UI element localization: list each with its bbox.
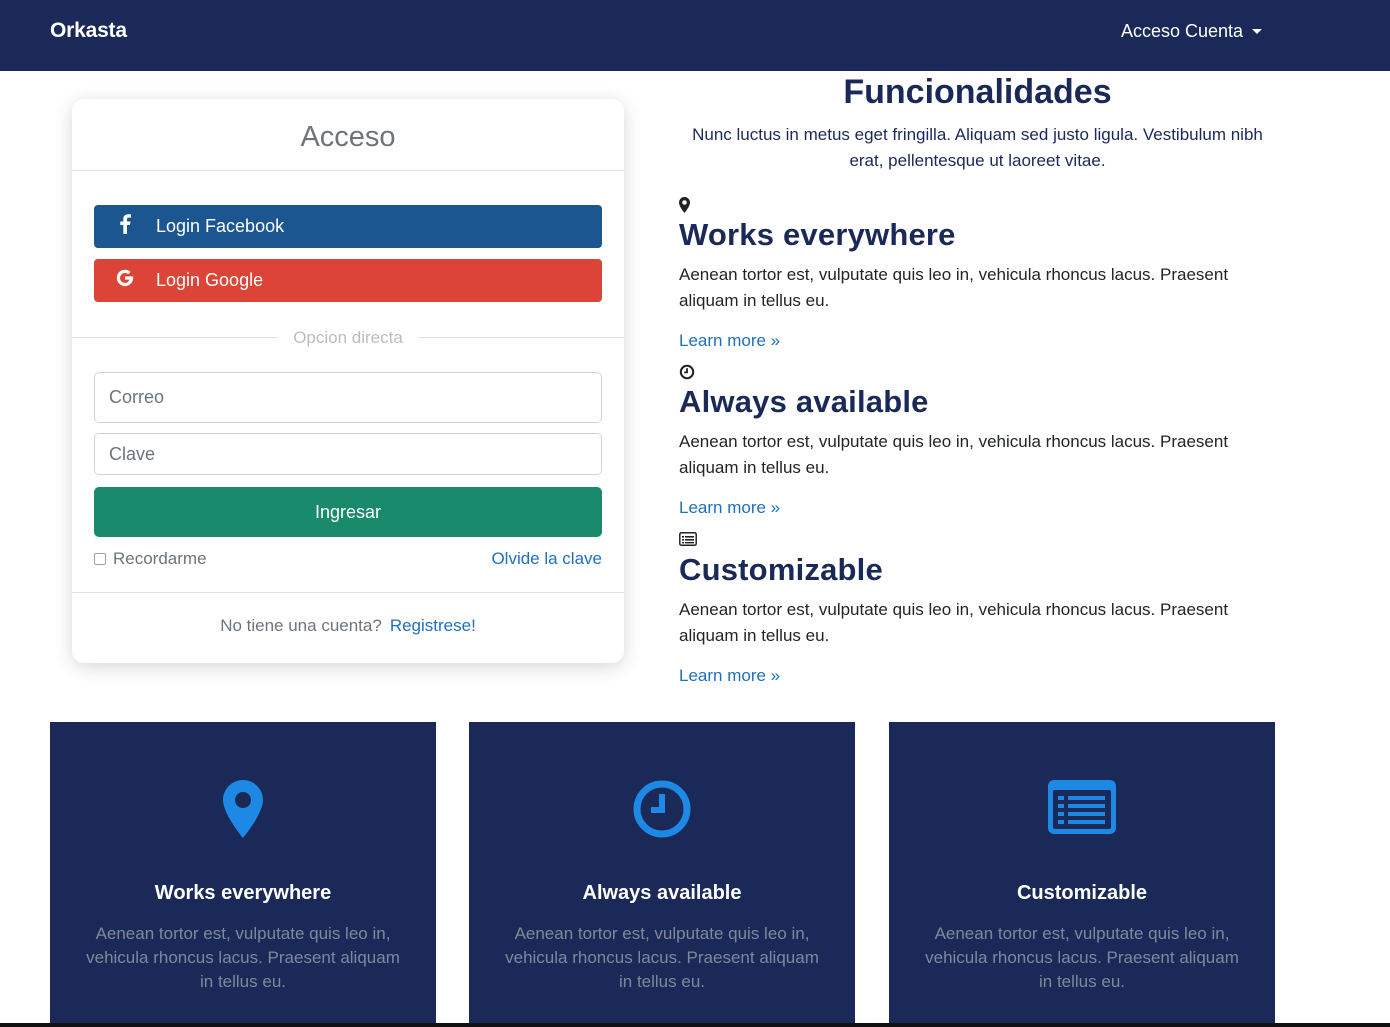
- learn-more-link[interactable]: Learn more »: [679, 498, 1269, 518]
- facebook-login-label: Login Facebook: [156, 216, 285, 236]
- remember-checkbox[interactable]: [94, 553, 106, 565]
- map-marker-icon: [679, 197, 1269, 215]
- feature-item: Works everywhere Aenean tortor est, vulp…: [679, 197, 1269, 351]
- clock-icon: [679, 364, 1269, 382]
- account-dropdown[interactable]: Acceso Cuenta: [1121, 21, 1263, 42]
- remember-label: Recordarme: [113, 549, 207, 568]
- facebook-login-button[interactable]: Login Facebook: [94, 205, 602, 248]
- divider-label: Opcion directa: [278, 328, 418, 348]
- list-icon: [889, 780, 1275, 834]
- learn-more-link[interactable]: Learn more »: [679, 331, 1269, 351]
- email-placeholder: Correo: [109, 387, 165, 407]
- learn-more-link[interactable]: Learn more »: [679, 666, 1269, 686]
- divider: [72, 170, 624, 171]
- password-placeholder: Clave: [109, 443, 156, 464]
- feature-text: Aenean tortor est, vulputate quis leo in…: [679, 265, 1229, 310]
- login-title: Acceso: [300, 121, 396, 153]
- clock-icon: [469, 780, 855, 838]
- feature-tile: Works everywhere Aenean tortor est, vulp…: [50, 722, 436, 1027]
- feature-item: Customizable Aenean tortor est, vulputat…: [679, 532, 1269, 686]
- feature-tile: Always available Aenean tortor est, vulp…: [469, 722, 855, 1027]
- feature-item: Always available Aenean tortor est, vulp…: [679, 364, 1269, 518]
- signup-text: No tiene una cuenta?: [220, 616, 382, 635]
- signup-row: No tiene una cuenta? Registrese!: [72, 616, 624, 636]
- feature-title: Works everywhere: [679, 217, 956, 252]
- google-login-button[interactable]: Login Google: [94, 259, 602, 302]
- tile-title: Customizable: [1016, 882, 1148, 904]
- brand-logo[interactable]: Orkasta: [50, 19, 127, 43]
- tile-text: Aenean tortor est, vulputate quis leo in…: [505, 924, 819, 991]
- tile-text: Aenean tortor est, vulputate quis leo in…: [925, 924, 1239, 991]
- account-dropdown-label: Acceso Cuenta: [1121, 21, 1244, 41]
- submit-button[interactable]: Ingresar: [94, 487, 602, 537]
- facebook-icon: [94, 213, 156, 240]
- feature-text: Aenean tortor est, vulputate quis leo in…: [679, 432, 1229, 477]
- top-navbar: Orkasta Acceso Cuenta: [0, 0, 1390, 71]
- tile-text: Aenean tortor est, vulputate quis leo in…: [86, 924, 400, 991]
- features-title: Funcionalidades: [843, 73, 1112, 111]
- remember-checkbox-row[interactable]: Recordarme: [94, 549, 207, 569]
- email-field[interactable]: Correo: [94, 372, 602, 423]
- features-subtitle: Nunc luctus in metus eget fringilla. Ali…: [692, 125, 1263, 170]
- tile-title: Always available: [582, 882, 742, 904]
- list-icon: [679, 532, 1269, 550]
- map-marker-icon: [50, 780, 436, 838]
- forgot-password-link[interactable]: Olvide la clave: [491, 549, 602, 569]
- password-field[interactable]: Clave: [94, 433, 602, 475]
- tile-title: Works everywhere: [154, 882, 332, 904]
- feature-text: Aenean tortor est, vulputate quis leo in…: [679, 600, 1229, 645]
- google-login-label: Login Google: [156, 270, 264, 290]
- login-card: Acceso Login Facebook Login Google Opcio…: [72, 99, 624, 663]
- window-bottom-edge: [0, 1023, 1390, 1027]
- feature-tile: Customizable Aenean tortor est, vulputat…: [889, 722, 1275, 1027]
- feature-title: Always available: [679, 384, 929, 419]
- feature-title: Customizable: [679, 552, 883, 587]
- divider: [72, 592, 624, 593]
- signup-link[interactable]: Registrese!: [390, 616, 476, 635]
- caret-down-icon: [1252, 29, 1263, 34]
- google-icon: [94, 269, 156, 293]
